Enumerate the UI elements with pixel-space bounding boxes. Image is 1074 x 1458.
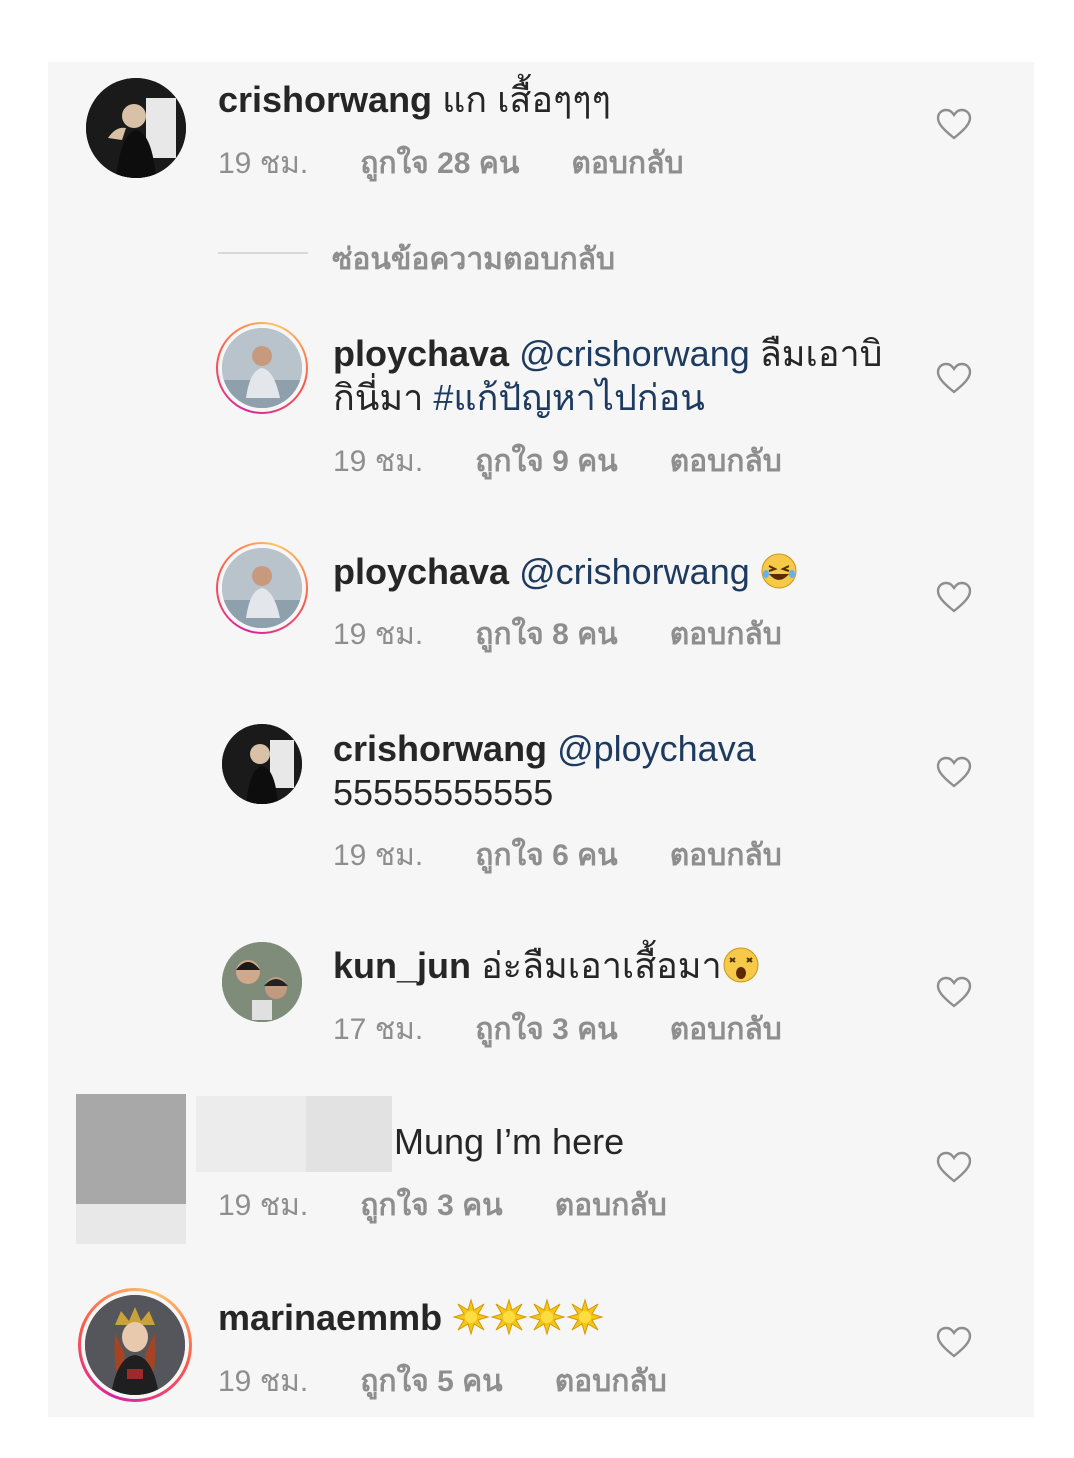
- comment-username[interactable]: crishorwang: [218, 79, 432, 120]
- comment-time: 19 ชม.: [218, 1365, 309, 1398]
- heart-icon[interactable]: [936, 1151, 972, 1183]
- comment-text: กินี่มา: [333, 377, 434, 418]
- avatar-photo: [222, 724, 302, 804]
- reply-button[interactable]: ตอบกลับ: [670, 839, 782, 872]
- comment-time: 19 ชม.: [333, 445, 424, 478]
- redacted-avatar: [76, 1094, 186, 1204]
- mention-link[interactable]: @crishorwang: [519, 333, 750, 374]
- comment-time: 19 ชม.: [333, 618, 424, 651]
- avatar[interactable]: [216, 542, 308, 634]
- comment-time: 19 ชม.: [333, 839, 424, 872]
- heart-icon[interactable]: [936, 362, 972, 394]
- sun-emoji-group: [452, 1297, 604, 1338]
- like-count[interactable]: ถูกใจ 3 คน: [360, 1189, 503, 1222]
- like-count[interactable]: ถูกใจ 28 คน: [360, 147, 519, 180]
- heart-icon[interactable]: [936, 581, 972, 613]
- redacted-username: [196, 1096, 306, 1172]
- avatar-photo: [85, 1295, 185, 1395]
- avatar-photo: [222, 942, 302, 1022]
- reply-button[interactable]: ตอบกลับ: [571, 147, 683, 180]
- heart-icon[interactable]: [936, 756, 972, 788]
- redacted-username: [306, 1096, 392, 1172]
- comment-username[interactable]: kun_jun: [333, 945, 471, 986]
- comment-username[interactable]: crishorwang: [333, 728, 547, 769]
- redacted-avatar-lower: [76, 1204, 186, 1244]
- mention-link[interactable]: @ploychava: [557, 728, 756, 769]
- like-count[interactable]: ถูกใจ 5 คน: [360, 1365, 503, 1398]
- comment-time: 19 ชม.: [218, 1189, 309, 1222]
- laughing-emoji: [761, 553, 797, 589]
- reply-button[interactable]: ตอบกลับ: [555, 1365, 667, 1398]
- sun-emoji: [452, 1298, 490, 1336]
- comment-username[interactable]: ploychava: [333, 551, 509, 592]
- like-count[interactable]: ถูกใจ 8 คน: [475, 618, 618, 651]
- hashtag-link[interactable]: #แก้ปัญหาไปก่อน: [433, 377, 704, 418]
- comment-time: 19 ชม.: [218, 147, 309, 180]
- avatar[interactable]: [86, 78, 186, 178]
- comment-text: Mung I’m here: [394, 1121, 625, 1162]
- astonished-emoji: [723, 947, 759, 983]
- like-count[interactable]: ถูกใจ 9 คน: [475, 445, 618, 478]
- comment-text: 55555555555: [333, 772, 554, 813]
- like-count[interactable]: ถูกใจ 6 คน: [475, 839, 618, 872]
- avatar-photo: [222, 328, 302, 408]
- comment-text: แก เสื้อๆๆๆ: [432, 79, 611, 120]
- heart-icon[interactable]: [936, 108, 972, 140]
- comment-username[interactable]: marinaemmb: [218, 1297, 442, 1338]
- comment-text: ลืมเอาบิ: [749, 333, 883, 374]
- like-count[interactable]: ถูกใจ 3 คน: [475, 1013, 618, 1046]
- comment-time: 17 ชม.: [333, 1013, 424, 1046]
- comment-text: อ่ะลืมเอาเสื้อมา: [471, 945, 722, 986]
- heart-icon[interactable]: [936, 1326, 972, 1358]
- reply-button[interactable]: ตอบกลับ: [670, 1013, 782, 1046]
- reply-button[interactable]: ตอบกลับ: [670, 445, 782, 478]
- reply-button[interactable]: ตอบกลับ: [555, 1189, 667, 1222]
- replies-divider: [218, 252, 308, 254]
- comment-username[interactable]: ploychava: [333, 333, 509, 374]
- avatar[interactable]: [216, 322, 308, 414]
- avatar[interactable]: [222, 942, 302, 1022]
- avatar-photo: [86, 78, 186, 178]
- avatar-photo: [222, 548, 302, 628]
- sun-emoji: [490, 1298, 528, 1336]
- sun-emoji: [528, 1298, 566, 1336]
- mention-link[interactable]: @crishorwang: [519, 551, 750, 592]
- avatar[interactable]: [222, 724, 302, 804]
- hide-replies-button[interactable]: ซ่อนข้อความตอบกลับ: [332, 236, 615, 283]
- avatar[interactable]: [78, 1288, 192, 1402]
- sun-emoji: [566, 1298, 604, 1336]
- reply-button[interactable]: ตอบกลับ: [670, 618, 782, 651]
- heart-icon[interactable]: [936, 976, 972, 1008]
